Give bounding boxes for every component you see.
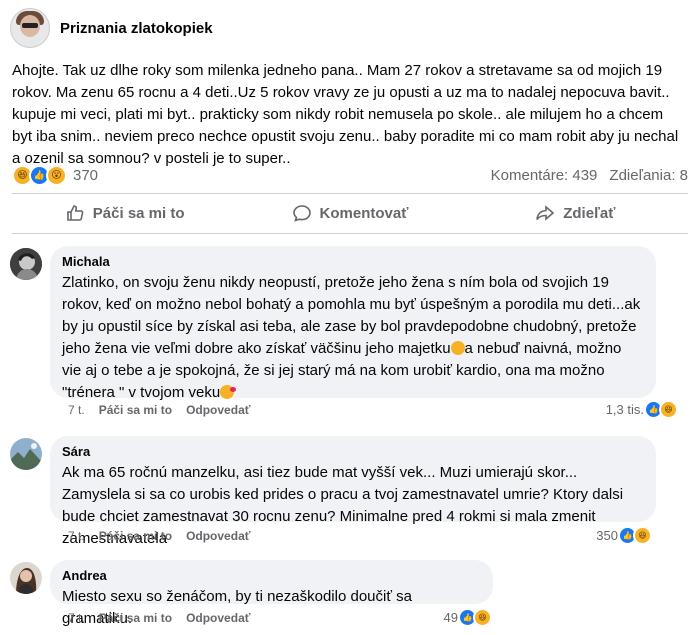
comment-reactions[interactable]: 1,3 tis. 👍 😆 [606, 400, 678, 419]
comment-actions: 7 t. Páči sa mi to Odpovedať [68, 611, 251, 625]
like-button-label: Páči sa mi to [92, 204, 185, 222]
comment-button-label: Komentovať [319, 204, 409, 222]
comment: Michala Zlatinko, on svoju ženu nikdy ne… [10, 246, 690, 426]
avatar[interactable] [10, 438, 42, 470]
page-avatar[interactable] [10, 8, 50, 48]
kiss-emoji-icon [220, 385, 237, 399]
comment: Andrea Miesto sexu so ženáčom, by ti nez… [10, 560, 690, 630]
haha-icon: 😆 [633, 526, 652, 545]
comment-actions: 7 t. Páči sa mi to Odpovedať [68, 403, 251, 417]
comment-like-button[interactable]: Páči sa mi to [99, 403, 172, 417]
comment-author[interactable]: Andrea [62, 568, 481, 584]
comment-time[interactable]: 7 t. [68, 611, 85, 625]
divider [12, 193, 688, 194]
comment-reply-button[interactable]: Odpovedať [186, 403, 250, 417]
comment-bubble: Michala Zlatinko, on svoju ženu nikdy ne… [50, 246, 656, 401]
haha-icon: 😆 [473, 608, 492, 627]
smirk-emoji-icon [450, 341, 465, 355]
comment-button[interactable]: Komentovať [237, 196, 462, 230]
comment-actions: 7 t. Páči sa mi to Odpovedať [68, 529, 251, 543]
comment-text: Zlatinko, on svoju ženu nikdy neopustí, … [62, 272, 644, 404]
page-name[interactable]: Priznania zlatokopiek [60, 20, 213, 37]
comments-count[interactable]: Komentáre: 439 [491, 167, 598, 184]
comment-reactions[interactable]: 49 👍 😆 [444, 608, 492, 627]
post-action-bar: Páči sa mi to Komentovať Zdieľať [12, 196, 688, 230]
avatar[interactable] [10, 562, 42, 594]
comment-icon [292, 205, 311, 222]
shares-count[interactable]: Zdieľania: 8 [609, 167, 688, 184]
thumbs-up-icon [66, 205, 84, 221]
divider [12, 233, 688, 234]
post-header: Priznania zlatokopiek [10, 8, 213, 48]
comment-reaction-count: 49 [443, 610, 458, 625]
haha-icon: 😆 [659, 400, 678, 419]
comment-like-button[interactable]: Páči sa mi to [99, 611, 172, 625]
comment-reaction-count: 1,3 tis. [605, 402, 644, 417]
comment-reaction-count: 350 [596, 528, 618, 543]
share-icon [536, 205, 555, 221]
comment-author[interactable]: Sára [62, 444, 644, 460]
comment-author[interactable]: Michala [62, 254, 644, 270]
comment-bubble: Sára Ak ma 65 ročnú manzelku, asi tiez b… [50, 436, 656, 547]
post-stats: 😆 👍 😮 370 Komentáre: 439 Zdieľania: 8 [12, 164, 688, 186]
comment-bubble: Andrea Miesto sexu so ženáčom, by ti nez… [50, 560, 493, 627]
wow-icon: 😮 [46, 164, 67, 186]
comment: Sára Ak ma 65 ročnú manzelku, asi tiez b… [10, 436, 690, 548]
post-reactions[interactable]: 😆 👍 😮 370 [12, 164, 98, 186]
like-button[interactable]: Páči sa mi to [12, 196, 237, 230]
post-text: Ahojte. Tak uz dlhe roky som milenka jed… [12, 62, 679, 167]
comment-time[interactable]: 7 t. [68, 403, 85, 417]
comment-reply-button[interactable]: Odpovedať [186, 529, 250, 543]
comment-time[interactable]: 7 t. [68, 529, 85, 543]
comment-reply-button[interactable]: Odpovedať [186, 611, 250, 625]
comment-reactions[interactable]: 350 👍 😆 [596, 526, 652, 545]
share-button[interactable]: Zdieľať [463, 196, 688, 230]
comment-like-button[interactable]: Páči sa mi to [99, 529, 172, 543]
share-button-label: Zdieľať [563, 204, 616, 222]
reaction-count[interactable]: 370 [73, 167, 98, 184]
avatar[interactable] [10, 248, 42, 280]
